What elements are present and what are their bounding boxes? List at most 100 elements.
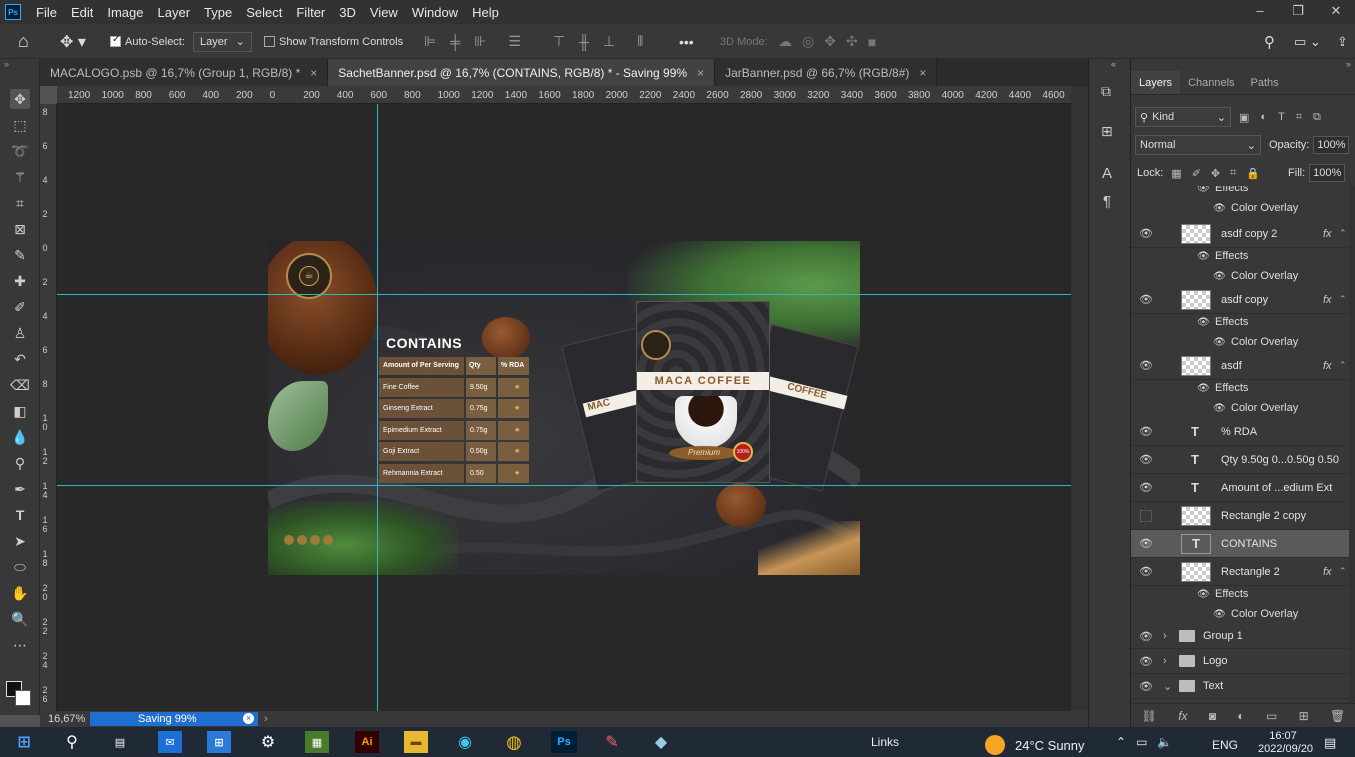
layer-row[interactable]: 👁 › Logo	[1131, 649, 1349, 674]
menu-select[interactable]: Select	[239, 5, 289, 20]
move-tool-icon[interactable]: ✥	[10, 89, 30, 109]
fx-icon[interactable]: fx	[1323, 566, 1332, 578]
chrome-icon[interactable]: ◍	[502, 731, 526, 753]
gradient-tool-icon[interactable]: ◧	[10, 401, 30, 421]
libraries-panel-icon[interactable]: ⊞	[1101, 123, 1113, 140]
auto-select-checkbox[interactable]: ✓	[110, 34, 121, 47]
paragraph-panel-icon[interactable]: ¶	[1103, 193, 1111, 210]
adjustment-filter-icon[interactable]: ◐	[1260, 111, 1267, 124]
lock-artboard-icon[interactable]: ⌗	[1230, 167, 1236, 180]
menu-3d[interactable]: 3D	[332, 5, 363, 20]
visibility-eye-icon[interactable]: 👁	[1139, 293, 1153, 306]
3d-rotate-icon[interactable]: ☁	[778, 33, 792, 50]
tab-macalogo[interactable]: MACALOGO.psb @ 16,7% (Group 1, RGB/8) * ×	[40, 59, 329, 86]
frame-tool-icon[interactable]: ⊠	[10, 219, 30, 239]
tab-channels[interactable]: Channels	[1180, 71, 1242, 94]
eye-icon[interactable]: 👁	[1197, 251, 1210, 262]
menu-file[interactable]: File	[29, 5, 64, 20]
eye-icon[interactable]: 👁	[1213, 403, 1226, 414]
effects-row[interactable]: 👁 Effects	[1131, 584, 1349, 604]
eye-icon[interactable]: 👁	[1197, 383, 1210, 394]
layer-row[interactable]: 👁 Rectangle 2 fx ⌃	[1131, 558, 1349, 586]
eye-icon[interactable]: 👁	[1197, 186, 1210, 194]
chevron-down-icon[interactable]: ⌄	[1163, 680, 1172, 693]
layer-row[interactable]: 👁 › Group 1	[1131, 624, 1349, 649]
volume-icon[interactable]: 🔈	[1157, 735, 1172, 749]
lock-transparency-icon[interactable]: ▦	[1171, 167, 1181, 180]
windows-start-icon[interactable]: ⊞	[12, 731, 36, 753]
visibility-eye-icon[interactable]: 👁	[1139, 453, 1153, 466]
lasso-tool-icon[interactable]: ➰	[10, 141, 30, 161]
network-icon[interactable]: ▭	[1136, 735, 1147, 749]
collapse-panels-icon[interactable]: «	[1111, 59, 1116, 69]
chevron-right-icon[interactable]: ›	[1163, 630, 1167, 642]
visibility-eye-icon[interactable]: 👁	[1139, 655, 1153, 668]
mail-icon[interactable]: ✉	[158, 731, 182, 753]
close-button[interactable]: ✕	[1317, 0, 1355, 24]
lock-all-icon[interactable]: 🔒	[1246, 167, 1260, 180]
lock-pixels-icon[interactable]: ✐	[1192, 167, 1201, 180]
eyedropper-tool-icon[interactable]: ✎	[10, 245, 30, 265]
layer-row[interactable]: 👁 asdf copy fx ⌃	[1131, 286, 1349, 314]
align-right-icon[interactable]: ⊪	[474, 33, 486, 50]
magic-wand-tool-icon[interactable]: ⚚	[10, 167, 30, 187]
distribute-icon[interactable]: ☰	[508, 33, 521, 50]
history-brush-icon[interactable]: ↶	[10, 349, 30, 369]
fill-input[interactable]: 100%	[1309, 164, 1346, 182]
visibility-eye-icon[interactable]: 👁	[1139, 630, 1153, 643]
fx-icon[interactable]: fx	[1323, 294, 1332, 306]
menu-help[interactable]: Help	[465, 5, 506, 20]
visibility-eye-icon[interactable]: 👁	[1139, 565, 1153, 578]
visibility-eye-icon[interactable]: 👁	[1139, 425, 1153, 438]
utility-app-icon[interactable]: ◆	[649, 731, 673, 753]
store-icon[interactable]: ⊞	[207, 731, 231, 753]
shape-filter-icon[interactable]: ⌗	[1296, 111, 1302, 124]
status-arrow-icon[interactable]: ›	[264, 713, 268, 725]
effects-row[interactable]: 👁 Effects	[1131, 378, 1349, 398]
more-options-button[interactable]: •••	[679, 24, 694, 59]
color-overlay-row[interactable]: 👁 Color Overlay	[1131, 604, 1349, 624]
delete-layer-icon[interactable]: 🗑	[1330, 709, 1345, 723]
layer-row[interactable]: 👁 T Qty 9.50g 0...0.50g 0.50	[1131, 446, 1349, 474]
character-panel-icon[interactable]: A	[1102, 165, 1112, 182]
collapse-icon[interactable]: »	[4, 59, 9, 69]
menu-image[interactable]: Image	[100, 5, 150, 20]
layer-row[interactable]: 👁 T Amount of ...edium Ext	[1131, 474, 1349, 502]
3d-pan-icon[interactable]: ✥	[824, 33, 836, 50]
align-bottom-icon[interactable]: ⊥	[603, 33, 615, 50]
collapse-panel-icon[interactable]: »	[1346, 59, 1351, 69]
crop-tool-icon[interactable]: ⌗	[10, 193, 30, 213]
vertical-scrollbar[interactable]	[1071, 86, 1088, 711]
effects-row[interactable]: 👁 Effects	[1131, 186, 1349, 198]
new-layer-icon[interactable]: ⊞	[1299, 709, 1309, 723]
illustrator-icon[interactable]: Ai	[355, 731, 379, 753]
share-icon[interactable]: ⇪	[1337, 24, 1348, 59]
close-tab-icon[interactable]: ×	[697, 66, 704, 80]
home-icon[interactable]: ⌂	[18, 24, 29, 59]
layer-row[interactable]: 👁 asdf copy 2 fx ⌃	[1131, 220, 1349, 248]
brush-tool-icon[interactable]: ✐	[10, 297, 30, 317]
layer-row[interactable]: 👁 ⌄ Text	[1131, 674, 1349, 699]
visibility-eye-icon[interactable]: 👁	[1139, 359, 1153, 372]
clock[interactable]: 16:07 2022/09/20	[1258, 730, 1313, 756]
align-left-icon[interactable]: ⊫	[424, 33, 436, 50]
move-tool-preset-icon[interactable]: ✥ ▾	[60, 24, 86, 59]
chevron-up-icon[interactable]: ⌃	[1339, 294, 1347, 305]
tab-paths[interactable]: Paths	[1243, 71, 1287, 94]
tab-sachetbanner[interactable]: SachetBanner.psd @ 16,7% (CONTAINS, RGB/…	[328, 59, 716, 86]
visibility-eye-icon[interactable]: 👁	[1139, 481, 1153, 494]
eye-icon[interactable]: 👁	[1213, 609, 1226, 620]
new-group-icon[interactable]: ▭	[1266, 709, 1277, 723]
type-filter-icon[interactable]: T	[1278, 111, 1285, 124]
3d-slide-icon[interactable]: ✣	[846, 33, 858, 50]
menu-view[interactable]: View	[363, 5, 405, 20]
tab-jarbanner[interactable]: JarBanner.psd @ 66,7% (RGB/8#) ×	[715, 59, 938, 86]
menu-edit[interactable]: Edit	[64, 5, 100, 20]
add-mask-icon[interactable]: ◙	[1209, 709, 1216, 723]
chart-app-icon[interactable]: ▦	[305, 731, 329, 753]
search-icon[interactable]: ⚲	[1264, 24, 1275, 59]
vertical-guide[interactable]	[377, 104, 378, 711]
photoshop-taskbar-icon[interactable]: Ps	[551, 731, 577, 753]
settings-gear-icon[interactable]: ⚙	[256, 731, 280, 753]
layer-row[interactable]: 👁 asdf fx ⌃	[1131, 352, 1349, 380]
